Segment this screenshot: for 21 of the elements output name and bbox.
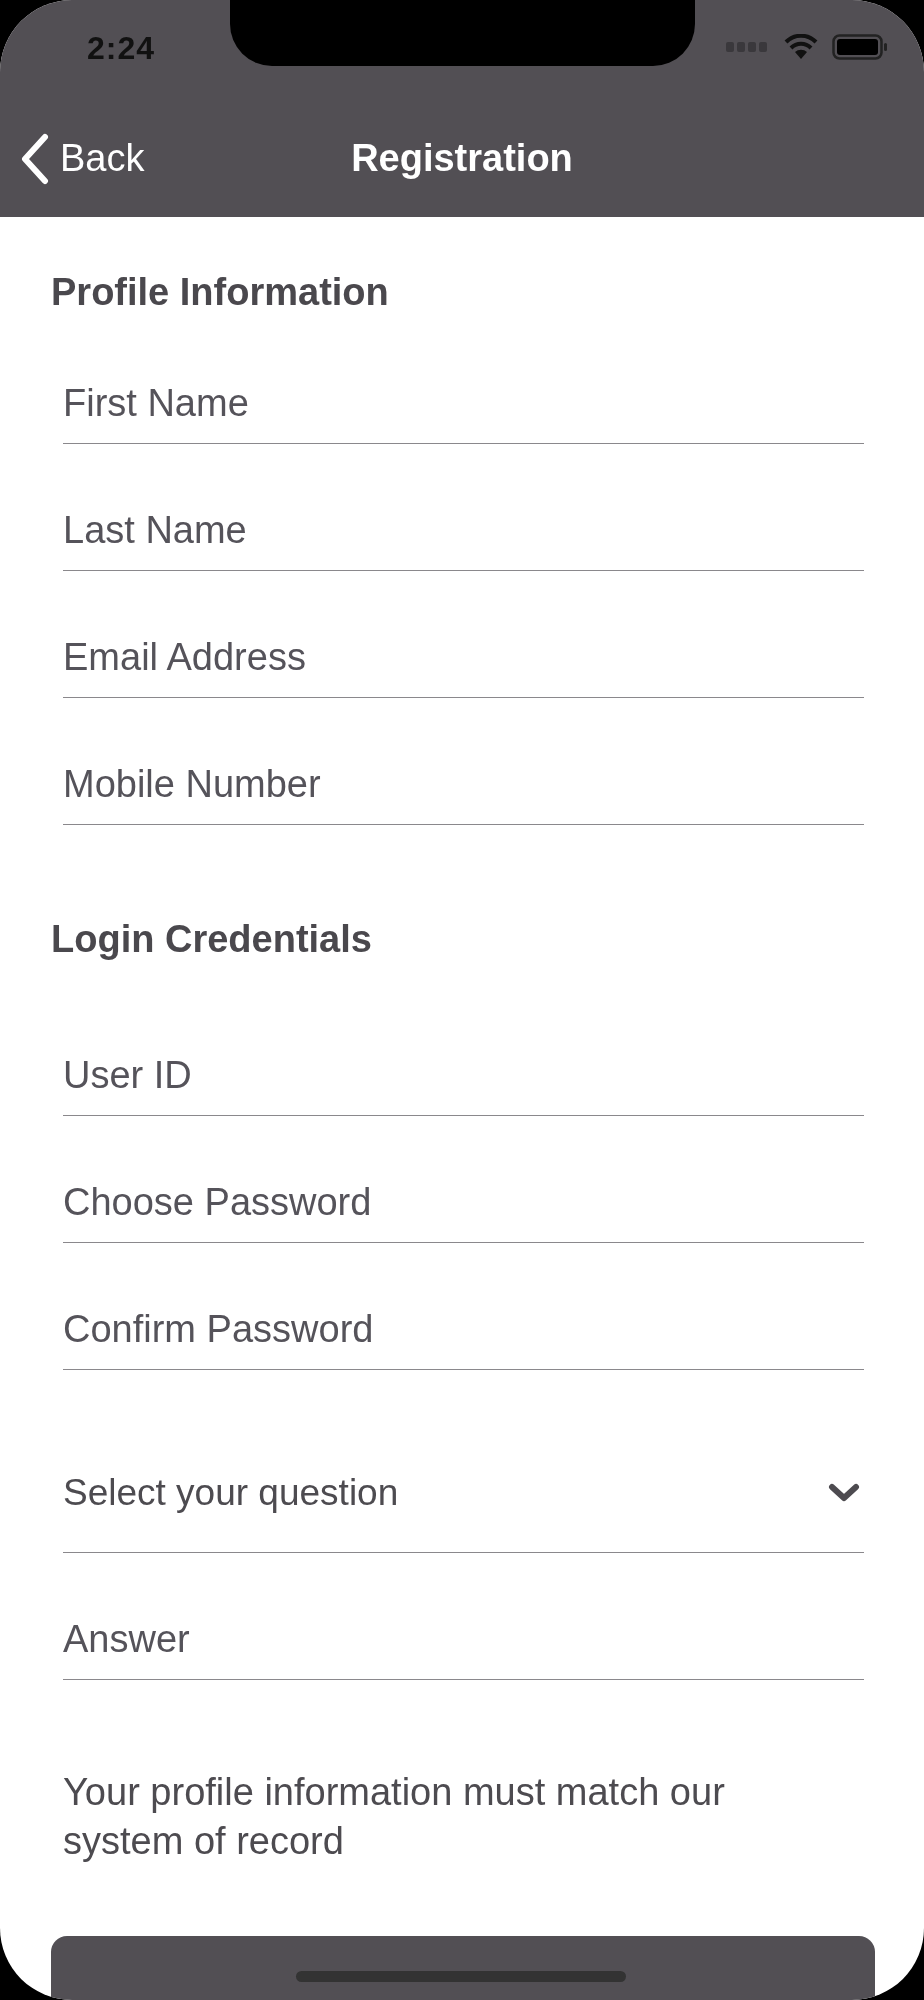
input-field[interactable]: Confirm Password: [63, 1289, 864, 1370]
wifi-icon: [784, 34, 818, 60]
register-button[interactable]: [51, 1936, 875, 2000]
input-field[interactable]: User ID: [63, 1035, 864, 1116]
input-field[interactable]: Email Address: [63, 617, 864, 698]
section-heading: Login Credentials: [51, 919, 373, 959]
input-field[interactable]: Answer: [63, 1599, 864, 1680]
signal-icon: [726, 42, 770, 52]
battery-icon: [832, 34, 888, 60]
section-heading: Profile Information: [51, 272, 390, 312]
question-dropdown[interactable]: Select your question: [63, 1433, 864, 1553]
chevron-left-icon: [20, 132, 50, 185]
status-time: 2:24: [87, 30, 156, 67]
input-field[interactable]: Choose Password: [63, 1162, 864, 1243]
chevron-down-icon: [828, 1481, 860, 1504]
input-field[interactable]: Last Name: [63, 490, 864, 571]
input-field[interactable]: First Name: [63, 363, 864, 444]
input-field[interactable]: Mobile Number: [63, 744, 864, 825]
back-link[interactable]: Back: [20, 132, 145, 185]
info-note: Your profile information must match our system of record: [63, 1770, 726, 1864]
screen-title: Registration: [351, 137, 573, 180]
